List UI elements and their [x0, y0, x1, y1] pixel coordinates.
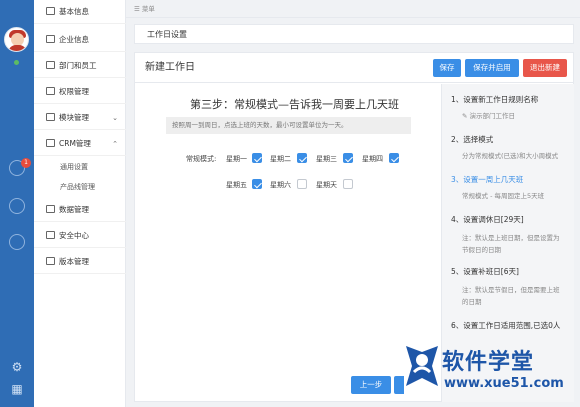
watermark-brand: 软件学堂: [442, 350, 535, 375]
nav-item-basic-info[interactable]: 基本信息: [34, 0, 126, 24]
step-3-desc: 常规模式 - 每周固定上5天班: [462, 192, 545, 200]
day-checkbox-mon[interactable]: [252, 153, 262, 163]
nav-item-data[interactable]: 数据管理: [34, 198, 126, 222]
nav-item-company-info[interactable]: 企业信息: [34, 28, 126, 52]
module-icon: [46, 113, 55, 121]
step-6-title[interactable]: 6、设置工作日适用范围,已选0人: [451, 320, 560, 331]
hint-text: 按照周一到周日，点选上班的天数，最小可设置单位为一天。: [166, 117, 411, 134]
step-5-desc-2: 的日期: [462, 298, 482, 306]
settings-icon[interactable]: ⚙: [10, 360, 24, 374]
day-checkbox-fri[interactable]: [252, 179, 262, 189]
page-title: 新建工作日: [145, 62, 195, 73]
day-checkbox-sat[interactable]: [297, 179, 307, 189]
watermark-url: www.xue51.com: [444, 376, 564, 391]
day-label-fri: 星期五: [226, 181, 247, 189]
avatar[interactable]: [4, 27, 29, 52]
day-checkbox-sun[interactable]: [343, 179, 353, 189]
step-3-title[interactable]: 3、设置一周上几天班: [451, 174, 523, 185]
step-4-desc: 注：默认是上班日期，但是设置为: [462, 234, 560, 242]
day-label-thu: 星期四: [362, 155, 383, 163]
nav-subitem-general-settings[interactable]: 通用设置: [34, 158, 126, 176]
app-rail: 1 ⚙ ▦: [0, 0, 34, 407]
chevron-down-icon: ⌄: [112, 114, 118, 122]
company-icon: [46, 35, 55, 43]
info-icon: [46, 7, 55, 15]
crm-icon: [46, 139, 55, 147]
exit-create-button[interactable]: 退出新建: [523, 59, 567, 77]
prev-step-button[interactable]: 上一步: [351, 376, 391, 394]
day-label-mon: 星期一: [226, 155, 247, 163]
day-checkbox-thu[interactable]: [389, 153, 399, 163]
notification-badge: 1: [21, 158, 31, 168]
menu-label[interactable]: 菜单: [142, 5, 155, 13]
nav-item-security[interactable]: 安全中心: [34, 224, 126, 248]
step-5-desc: 注：默认是节假日，但是需要上班: [462, 286, 560, 294]
step-1-desc: ✎ 演示部门工作日: [462, 112, 516, 120]
step-1-title[interactable]: 1、设置新工作日规则名称: [451, 94, 538, 105]
nav-item-permissions[interactable]: 权限管理: [34, 80, 126, 104]
watermark-logo-icon: [406, 346, 438, 386]
step-title: 第三步：常规模式—告诉我一周要上几天班: [190, 98, 399, 111]
step-4-desc-2: 节假日的日期: [462, 246, 501, 254]
step-4-title[interactable]: 4、设置调休日[29天]: [451, 214, 524, 225]
nav-subitem-product-lines[interactable]: 产品线管理: [34, 178, 126, 196]
grid-icon[interactable]: ▦: [10, 382, 24, 396]
day-checkbox-tue[interactable]: [297, 153, 307, 163]
nav-item-crm[interactable]: CRM管理 ⌃: [34, 132, 126, 156]
save-button[interactable]: 保存: [433, 59, 461, 77]
save-enable-button[interactable]: 保存并启用: [465, 59, 519, 77]
chevron-up-icon: ⌃: [112, 140, 118, 148]
step-2-desc: 分为常规模式(已选)和大小周模式: [462, 152, 559, 160]
day-label-tue: 星期二: [270, 155, 291, 163]
top-bar: ☰ 菜单: [126, 0, 580, 18]
mode-label: 常规模式:: [186, 155, 217, 163]
nav-item-modules[interactable]: 模块管理 ⌄: [34, 106, 126, 130]
nav-item-versions[interactable]: 版本管理: [34, 250, 126, 274]
day-label-sat: 星期六: [270, 181, 291, 189]
day-label-sun: 星期天: [316, 181, 337, 189]
breadcrumb: 工作日设置: [134, 24, 574, 44]
menu-icon[interactable]: ☰: [134, 5, 142, 13]
apps-icon[interactable]: [9, 234, 25, 250]
lock-icon: [46, 87, 55, 95]
online-status-dot: [14, 60, 19, 65]
day-checkbox-wed[interactable]: [343, 153, 353, 163]
watermark: 软件学堂 www.xue51.com: [402, 342, 578, 404]
step-5-title[interactable]: 5、设置补班日[6天]: [451, 266, 519, 277]
shield-icon: [46, 231, 55, 239]
settings-nav: 基本信息 企业信息 部门和员工 权限管理 模块管理 ⌄ CRM管理 ⌃ 通用设置 产…: [34, 0, 126, 407]
nav-item-departments[interactable]: 部门和员工: [34, 54, 126, 78]
step-2-title[interactable]: 2、选择模式: [451, 134, 493, 145]
chart-icon: [46, 205, 55, 213]
panel-header: 新建工作日 保存 保存并启用 退出新建: [135, 53, 573, 83]
people-icon: [46, 61, 55, 69]
contacts-icon[interactable]: [9, 198, 25, 214]
day-label-wed: 星期三: [316, 155, 337, 163]
version-icon: [46, 257, 55, 265]
